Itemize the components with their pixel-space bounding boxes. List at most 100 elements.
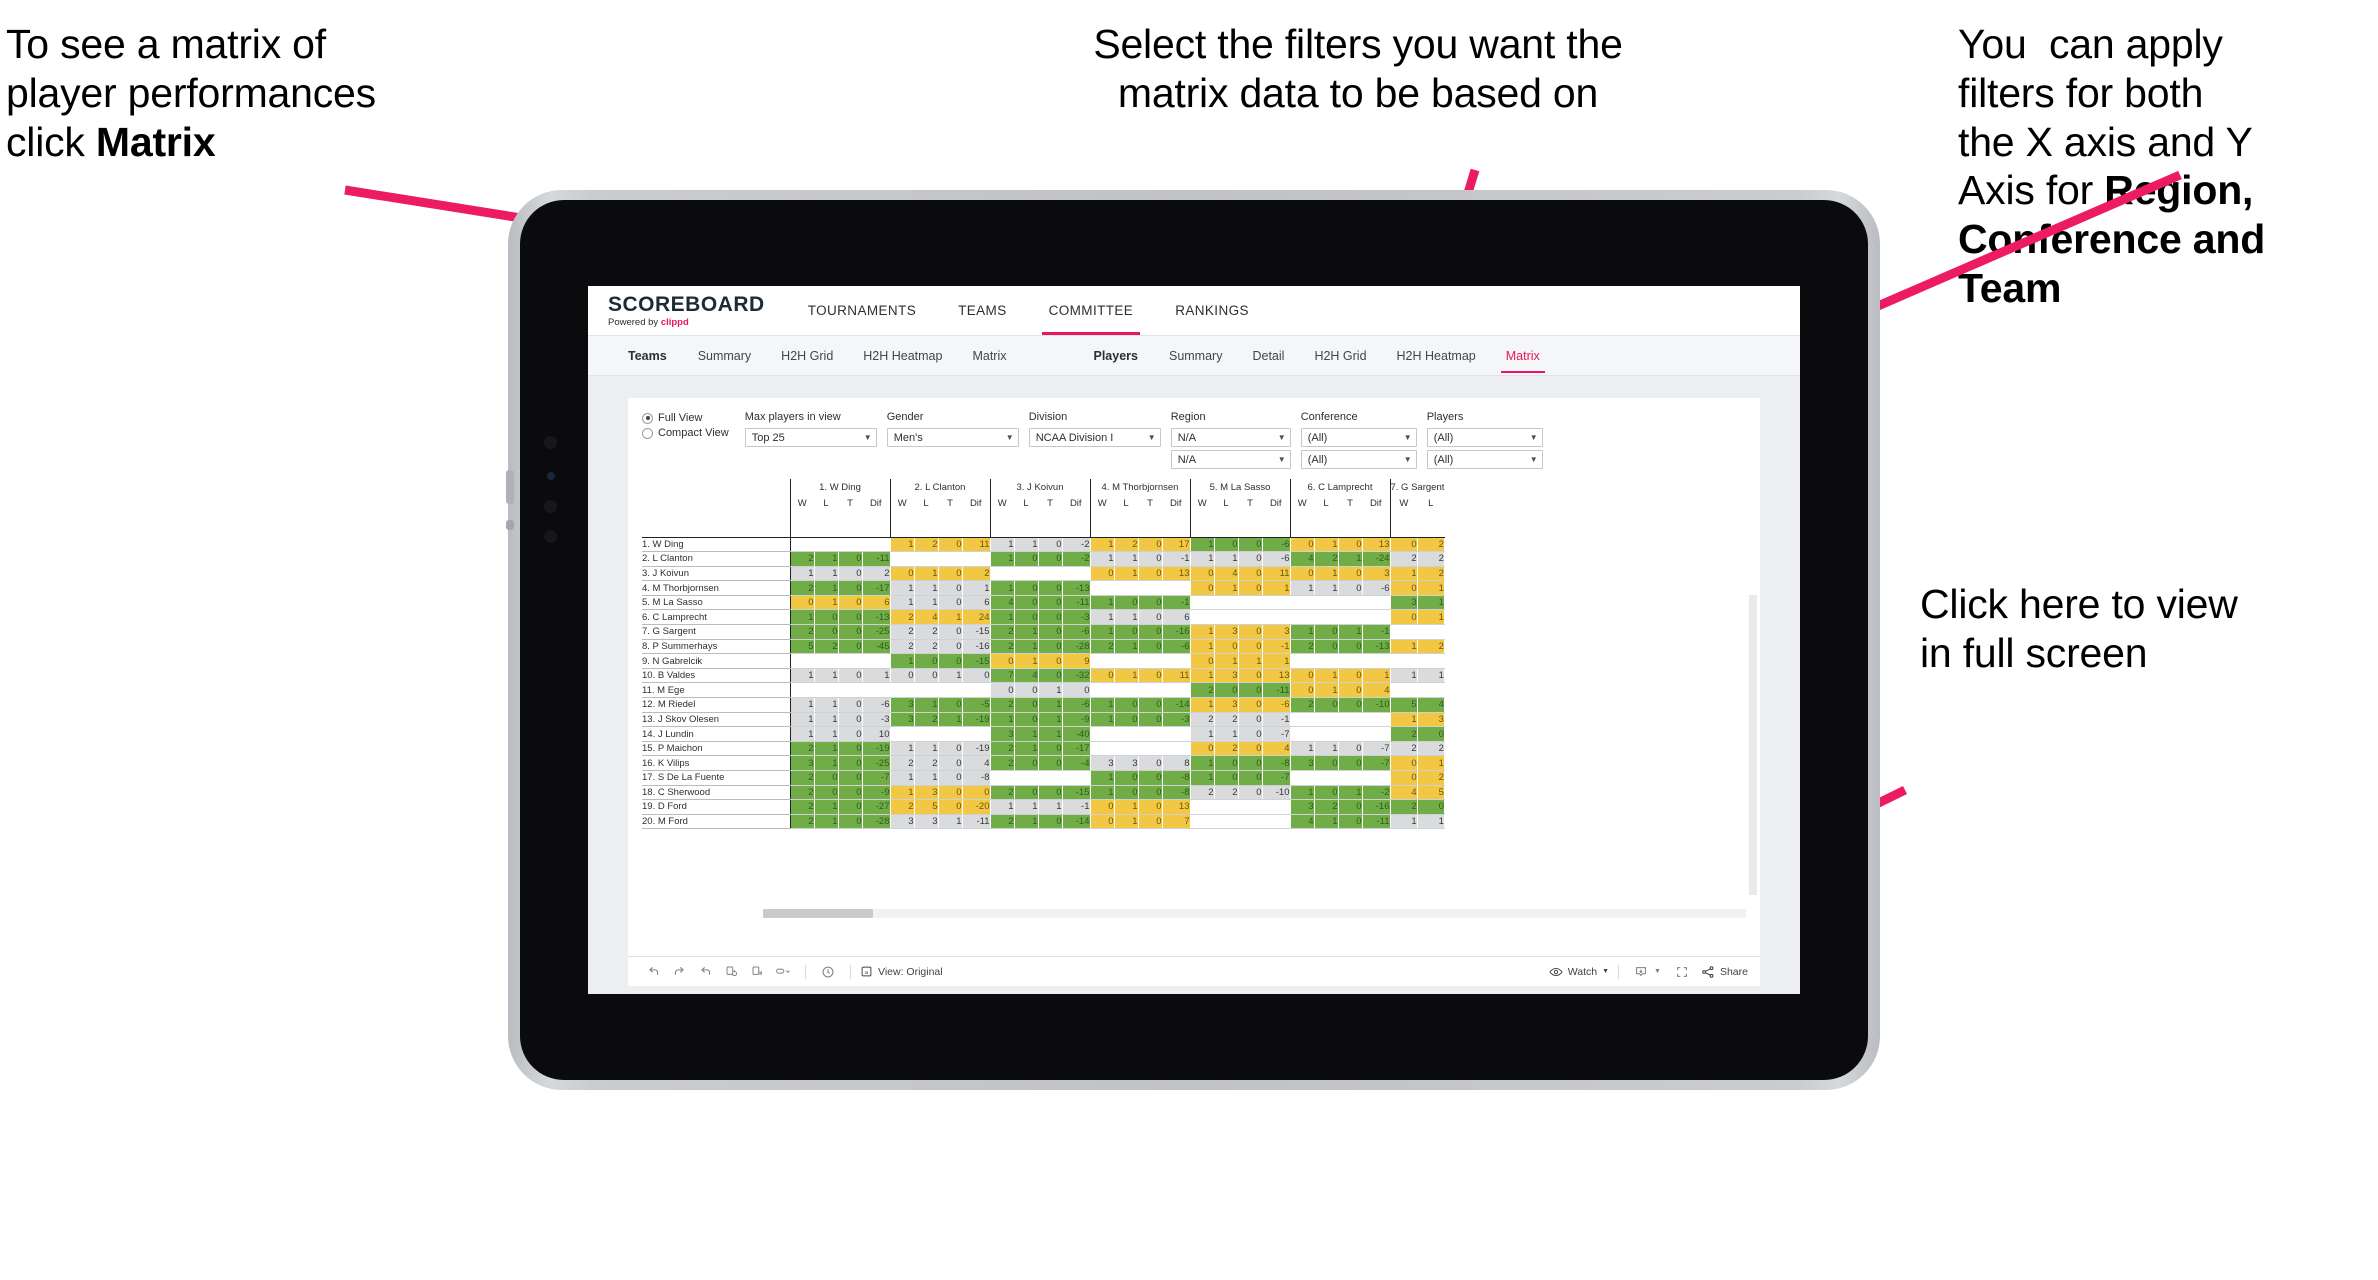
matrix-data-cell[interactable]: -19 bbox=[962, 741, 991, 757]
matrix-data-cell[interactable] bbox=[1338, 712, 1363, 728]
matrix-data-cell[interactable]: 2 bbox=[789, 814, 815, 830]
matrix-data-cell[interactable]: 0 bbox=[1189, 566, 1215, 582]
matrix-row[interactable]: 7. G Sargent 2 0 0 -25 2 2 0 -15 2 1 0 -6 1 0 0 -16 1 3 0 3 1… bbox=[642, 624, 1445, 640]
matrix-data-cell[interactable]: 13 bbox=[1262, 668, 1291, 684]
matrix-data-cell[interactable]: 1 bbox=[1389, 639, 1418, 655]
matrix-data-cell[interactable] bbox=[1138, 682, 1163, 699]
matrix-data-cell[interactable]: 0 bbox=[938, 653, 963, 669]
matrix-data-cell[interactable]: 2 bbox=[989, 624, 1015, 640]
matrix-data-cell[interactable] bbox=[1389, 653, 1418, 669]
matrix-data-cell[interactable]: 1 bbox=[1389, 668, 1418, 684]
matrix-data-cell[interactable]: 2 bbox=[1214, 712, 1239, 728]
matrix-data-cell[interactable] bbox=[1138, 741, 1163, 757]
matrix-data-cell[interactable]: 0 bbox=[1138, 639, 1163, 655]
matrix-data-cell[interactable] bbox=[914, 726, 939, 742]
matrix-data-cell[interactable] bbox=[962, 726, 991, 742]
matrix-data-cell[interactable] bbox=[1014, 566, 1039, 582]
matrix-data-cell[interactable]: 0 bbox=[1089, 799, 1115, 815]
matrix-row-header[interactable]: 20. M Ford bbox=[642, 814, 790, 830]
matrix-data-cell[interactable]: 1 bbox=[1214, 726, 1239, 742]
matrix-row[interactable]: 12. M Riedel 1 1 0 -6 3 1 0 -5 2 0 1 -6 1 0 0 -14 1 3 0 -6 2 0… bbox=[642, 697, 1445, 713]
matrix-data-cell[interactable]: 2 bbox=[889, 755, 915, 771]
matrix-data-cell[interactable]: -15 bbox=[962, 653, 991, 669]
matrix-row-header[interactable]: 17. S De La Fuente bbox=[642, 770, 790, 786]
matrix-row-header[interactable]: 16. K Vilips bbox=[642, 755, 790, 771]
matrix-row-header[interactable]: 1. W Ding bbox=[642, 537, 790, 553]
matrix-data-cell[interactable]: 0 bbox=[1038, 668, 1063, 684]
matrix-data-cell[interactable] bbox=[1262, 814, 1291, 830]
matrix-data-cell[interactable]: 0 bbox=[1089, 566, 1115, 582]
matrix-data-cell[interactable]: 6 bbox=[1162, 609, 1191, 626]
matrix-row[interactable]: 19. D Ford 2 1 0 -27 2 5 0 -20 1 1 1 -1 0 1 0 13 3 2 0 -16 2 0 bbox=[642, 799, 1445, 815]
matrix-row[interactable]: 17. S De La Fuente 2 0 0 -7 1 1 0 -8 1 0 0 -8 1 0 0 -7 0 2 bbox=[642, 770, 1445, 786]
matrix-data-cell[interactable]: 4 bbox=[914, 609, 939, 626]
matrix-data-cell[interactable]: 0 bbox=[1338, 580, 1363, 596]
matrix-data-cell[interactable]: 0 bbox=[814, 770, 839, 786]
matrix-data-cell[interactable]: 2 bbox=[1389, 726, 1418, 742]
matrix-data-cell[interactable]: 1 bbox=[914, 566, 939, 582]
matrix-data-cell[interactable]: 1 bbox=[1417, 595, 1445, 611]
matrix-data-cell[interactable] bbox=[1214, 799, 1239, 815]
matrix-data-cell[interactable]: 0 bbox=[838, 566, 863, 582]
matrix-data-cell[interactable]: 2 bbox=[914, 639, 939, 655]
matrix-data-cell[interactable]: 2 bbox=[1114, 537, 1139, 553]
brand-logo[interactable]: SCOREBOARD Powered by clippd bbox=[598, 286, 787, 335]
matrix-data-cell[interactable]: 0 bbox=[1338, 668, 1363, 684]
matrix-data-cell[interactable]: 4 bbox=[989, 595, 1015, 611]
matrix-data-cell[interactable]: 0 bbox=[938, 639, 963, 655]
matrix-data-cell[interactable]: 1 bbox=[1289, 580, 1315, 596]
matrix-data-cell[interactable]: 2 bbox=[1314, 551, 1339, 567]
matrix-data-cell[interactable]: 0 bbox=[1014, 785, 1039, 801]
matrix-data-cell[interactable]: 0 bbox=[1038, 639, 1063, 655]
matrix-data-cell[interactable]: 2 bbox=[789, 551, 815, 567]
matrix-data-cell[interactable]: 0 bbox=[1338, 537, 1363, 553]
matrix-row[interactable]: 9. N Gabrelcik 1 0 0 -15 0 1 0 9 0 1 1 1 bbox=[642, 653, 1445, 669]
matrix-data-cell[interactable] bbox=[1289, 653, 1315, 669]
matrix-data-cell[interactable]: 2 bbox=[814, 639, 839, 655]
matrix-data-cell[interactable]: 1 bbox=[1314, 580, 1339, 596]
matrix-data-cell[interactable]: 1 bbox=[814, 580, 839, 596]
radio-compact-view[interactable]: Compact View bbox=[642, 427, 729, 439]
matrix-data-cell[interactable]: -8 bbox=[1162, 770, 1191, 786]
tab-teams-h2h-heatmap[interactable]: H2H Heatmap bbox=[848, 336, 957, 376]
filter-division-select[interactable]: NCAA Division I ▼ bbox=[1028, 428, 1161, 447]
matrix-data-cell[interactable]: 3 bbox=[1289, 755, 1315, 771]
matrix-data-cell[interactable] bbox=[862, 682, 891, 699]
matrix-data-cell[interactable] bbox=[1262, 595, 1291, 611]
matrix-data-cell[interactable]: 1 bbox=[1389, 814, 1418, 830]
matrix-data-cell[interactable]: 0 bbox=[1338, 741, 1363, 757]
matrix-data-cell[interactable]: 3 bbox=[889, 697, 915, 713]
matrix-data-cell[interactable]: 2 bbox=[1389, 551, 1418, 567]
matrix-table-container[interactable]: 1. W Ding 2. L Clanton 3. J Koivun 4. M Tho… bbox=[628, 475, 1760, 956]
volume-down-button[interactable] bbox=[506, 520, 514, 530]
matrix-data-cell[interactable]: 0 bbox=[938, 799, 963, 815]
matrix-data-cell[interactable]: 0 bbox=[1138, 755, 1163, 771]
matrix-row-header[interactable]: 12. M Riedel bbox=[642, 697, 790, 713]
matrix-data-cell[interactable]: 0 bbox=[1014, 580, 1039, 596]
matrix-data-cell[interactable]: 0 bbox=[1138, 624, 1163, 640]
matrix-data-cell[interactable]: 3 bbox=[914, 814, 939, 830]
matrix-data-cell[interactable]: 1 bbox=[1089, 551, 1115, 567]
matrix-data-cell[interactable]: 2 bbox=[1089, 639, 1115, 655]
matrix-data-cell[interactable]: 0 bbox=[1314, 624, 1339, 640]
matrix-row-header[interactable]: 14. J Lundin bbox=[642, 726, 790, 742]
matrix-data-cell[interactable]: 0 bbox=[1214, 537, 1239, 553]
matrix-data-cell[interactable] bbox=[1289, 726, 1315, 742]
matrix-data-cell[interactable]: 2 bbox=[989, 814, 1015, 830]
matrix-data-cell[interactable]: 0 bbox=[1314, 785, 1339, 801]
matrix-data-cell[interactable] bbox=[1289, 712, 1315, 728]
matrix-data-cell[interactable]: 1 bbox=[1089, 712, 1115, 728]
matrix-data-cell[interactable]: 1 bbox=[1289, 741, 1315, 757]
matrix-data-cell[interactable] bbox=[1214, 814, 1239, 830]
matrix-data-cell[interactable]: 2 bbox=[1417, 537, 1445, 553]
matrix-data-cell[interactable]: -25 bbox=[862, 624, 891, 640]
matrix-data-cell[interactable]: 0 bbox=[838, 697, 863, 713]
matrix-data-cell[interactable]: 1 bbox=[1114, 814, 1139, 830]
matrix-data-cell[interactable]: -1 bbox=[1262, 712, 1291, 728]
matrix-data-cell[interactable]: 0 bbox=[938, 566, 963, 582]
matrix-data-cell[interactable]: 13 bbox=[1162, 566, 1191, 582]
matrix-data-cell[interactable]: -10 bbox=[1262, 785, 1291, 801]
matrix-data-cell[interactable]: 4 bbox=[1417, 697, 1445, 713]
matrix-data-cell[interactable] bbox=[789, 653, 815, 669]
matrix-data-cell[interactable]: -1 bbox=[1262, 639, 1291, 655]
